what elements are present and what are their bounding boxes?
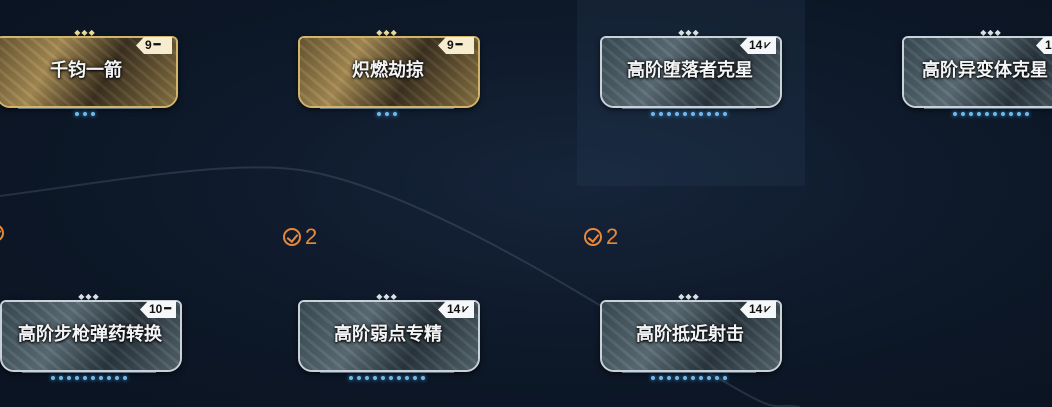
rank-dot: [59, 376, 63, 380]
rank-dot: [985, 112, 989, 116]
rank-dot: [699, 112, 703, 116]
rank-dot: [707, 112, 711, 116]
rank-dots: [622, 372, 756, 380]
rank-dot: [83, 376, 87, 380]
rank-dot: [723, 376, 727, 380]
rank-dot: [715, 112, 719, 116]
rank-dot: [75, 112, 79, 116]
rank-dot: [99, 376, 103, 380]
rank-dot: [675, 112, 679, 116]
mod-card[interactable]: ◆◆◆ 10 ━ 高阶步枪弹药转换: [0, 292, 182, 382]
rank-dot: [349, 376, 353, 380]
mod-name: 高阶弱点专精: [334, 324, 442, 344]
rank-dot: [1009, 112, 1013, 116]
rank-dot: [723, 112, 727, 116]
dash-icon: ━: [164, 303, 171, 315]
rank-dot: [1025, 112, 1029, 116]
check-circle-icon: [0, 224, 4, 242]
mod-card[interactable]: ◆◆◆ 9 ━ 炽燃劫掠: [296, 28, 480, 118]
mod-name: 高阶步枪弹药转换: [18, 324, 162, 344]
mod-card[interactable]: ◆◆◆ 14 ⩗ 高阶弱点专精: [296, 292, 480, 382]
rank-dot: [683, 112, 687, 116]
rank-dot: [405, 376, 409, 380]
rank-dot: [691, 112, 695, 116]
dash-icon: ━: [153, 39, 161, 51]
rank-dot: [385, 112, 389, 116]
rank-dot: [107, 376, 111, 380]
rank-dot: [51, 376, 55, 380]
rank-dots: [924, 108, 1052, 116]
mod-name: 高阶抵近射击: [636, 324, 744, 344]
owned-count-value: 2: [305, 224, 318, 249]
rank-dot: [397, 376, 401, 380]
rank-dot: [365, 376, 369, 380]
mod-name: 高阶堕落者克星: [627, 60, 753, 80]
rank-dot: [659, 376, 663, 380]
rank-dot: [715, 376, 719, 380]
rank-dot: [377, 112, 381, 116]
rank-dots: [622, 108, 756, 116]
rank-dot: [699, 376, 703, 380]
check-circle-icon: [283, 228, 301, 246]
owned-count: 2: [283, 224, 317, 250]
mod-card[interactable]: ◆◆◆ 1 高阶异变体克星: [900, 28, 1052, 118]
rank-dots: [320, 108, 454, 116]
v-icon: ⩗: [764, 39, 771, 51]
owned-count: [0, 224, 4, 242]
rank-dot: [667, 112, 671, 116]
rank-value: 9: [447, 38, 454, 52]
rank-dot: [75, 376, 79, 380]
owned-count-value: 2: [606, 224, 619, 249]
rank-dot: [993, 112, 997, 116]
rank-dot: [91, 376, 95, 380]
mod-name: 高阶异变体克星: [922, 60, 1048, 80]
rank-dot: [691, 376, 695, 380]
mod-name: 千钧一箭: [50, 60, 122, 80]
v-icon: ⩗: [764, 303, 771, 315]
v-icon: ⩗: [462, 303, 469, 315]
rank-dot: [1001, 112, 1005, 116]
rank-dot: [123, 376, 127, 380]
check-circle-icon: [584, 228, 602, 246]
rank-value: 14: [749, 302, 763, 316]
rank-dot: [675, 376, 679, 380]
rank-dot: [683, 376, 687, 380]
rank-dot: [651, 112, 655, 116]
rank-dot: [91, 112, 95, 116]
rank-dot: [83, 112, 87, 116]
dash-icon: ━: [455, 39, 463, 51]
rank-dot: [953, 112, 957, 116]
rank-dot: [977, 112, 981, 116]
rank-dot: [115, 376, 119, 380]
rank-dot: [1017, 112, 1021, 116]
mod-name: 炽燃劫掠: [352, 60, 424, 80]
rank-dot: [659, 112, 663, 116]
owned-count: 2: [584, 224, 618, 250]
rank-dot: [67, 376, 71, 380]
mod-card[interactable]: ◆◆◆ 14 ⩗ 高阶抵近射击: [598, 292, 782, 382]
rank-dot: [421, 376, 425, 380]
rank-dots: [320, 372, 454, 380]
rank-dot: [961, 112, 965, 116]
rank-value: 14: [749, 38, 763, 52]
mod-card[interactable]: ◆◆◆ 9 ━ 千钧一箭: [0, 28, 178, 118]
rank-dot: [389, 376, 393, 380]
mod-card[interactable]: ◆◆◆ 14 ⩗ 高阶堕落者克星: [598, 28, 782, 118]
rank-dot: [381, 376, 385, 380]
rank-dot: [373, 376, 377, 380]
rank-value: 9: [145, 38, 152, 52]
rank-dot: [651, 376, 655, 380]
rank-dot: [413, 376, 417, 380]
rank-dot: [667, 376, 671, 380]
rank-dots: [18, 108, 152, 116]
rank-value: 14: [447, 302, 461, 316]
rank-dots: [22, 372, 156, 380]
rank-dot: [357, 376, 361, 380]
rank-dot: [393, 112, 397, 116]
rank-value: 10: [149, 302, 163, 316]
rank-value: 1: [1045, 38, 1052, 52]
rank-dot: [969, 112, 973, 116]
rank-dot: [707, 376, 711, 380]
